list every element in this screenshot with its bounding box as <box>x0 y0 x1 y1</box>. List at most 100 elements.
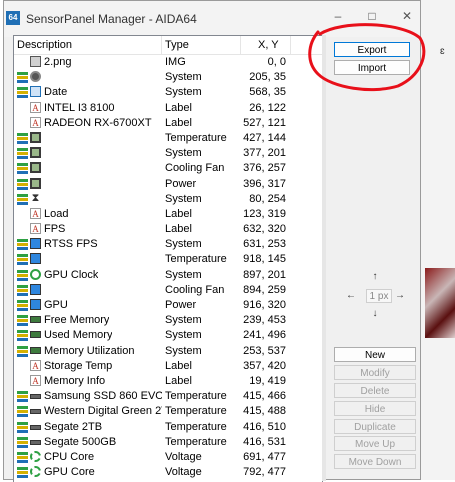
row-type: Label <box>165 101 192 114</box>
row-description: 2.png <box>44 56 72 68</box>
row-type: Label <box>165 207 192 220</box>
row-xy: 632, 320 <box>243 223 286 236</box>
row-type: System <box>165 238 202 251</box>
table-row[interactable]: Date System 568, 35 <box>14 85 322 100</box>
visibility-bars-icon <box>17 284 28 296</box>
nudge-left-button[interactable]: ← <box>344 289 358 303</box>
column-header-xy[interactable]: X, Y <box>258 39 279 51</box>
aida64-app-icon: 64 <box>6 11 20 25</box>
visibility-bars-icon <box>17 163 28 175</box>
table-row[interactable]: GPU Clock System 897, 201 <box>14 268 322 283</box>
row-xy: 241, 496 <box>243 329 286 342</box>
monitor-icon <box>30 283 41 295</box>
table-row[interactable]: A Storage Temp Label 357, 420 <box>14 359 322 374</box>
table-row[interactable]: Cooling Fan 376, 257 <box>14 161 322 176</box>
disk-icon <box>30 424 41 430</box>
table-row[interactable]: ⧗ System 80, 254 <box>14 192 322 207</box>
cpu-icon <box>30 466 41 478</box>
label-icon: A <box>30 359 41 371</box>
row-xy: 894, 259 <box>243 283 286 296</box>
row-xy: 205, 35 <box>249 71 286 84</box>
row-description: CPU Core <box>44 450 95 463</box>
table-row[interactable]: Memory Utilization System 253, 537 <box>14 344 322 359</box>
hide-button[interactable]: Hide <box>334 401 416 416</box>
duplicate-button[interactable]: Duplicate <box>334 419 416 434</box>
row-xy: 123, 319 <box>243 207 286 220</box>
row-xy: 897, 201 <box>243 268 286 281</box>
table-row[interactable]: Western Digital Green 2TBTemperature 415,… <box>14 404 322 419</box>
table-row[interactable]: Used Memory System 241, 496 <box>14 328 322 343</box>
row-description: RADEON RX-6700XT <box>44 116 152 129</box>
table-row[interactable]: A INTEL I3 8100 Label 26, 122 <box>14 101 322 116</box>
table-row[interactable]: A FPS Label 632, 320 <box>14 222 322 237</box>
label-icon: A <box>30 374 41 386</box>
table-row[interactable]: System 205, 35 <box>14 70 322 85</box>
row-xy: 376, 257 <box>243 162 286 175</box>
sensor-box-icon <box>30 147 41 159</box>
row-description: RTSS FPS <box>44 238 98 251</box>
table-row[interactable]: Segate 500GB Temperature 416, 531 <box>14 435 322 450</box>
visibility-bars-icon <box>17 269 28 281</box>
table-row[interactable]: Cooling Fan 894, 259 <box>14 283 322 298</box>
table-row[interactable]: CPU Core Voltage 691, 477 <box>14 450 322 465</box>
nudge-right-button[interactable]: → <box>393 289 407 303</box>
modify-button[interactable]: Modify <box>334 365 416 380</box>
label-icon: A <box>30 116 41 128</box>
table-row[interactable]: RTSS FPS System 631, 253 <box>14 237 322 252</box>
table-row[interactable]: Samsung SSD 860 EVO 25...Temperature 415,… <box>14 389 322 404</box>
table-row[interactable]: Temperature 918, 145 <box>14 252 322 267</box>
row-xy: 792, 477 <box>243 466 286 479</box>
row-description: Segate 500GB <box>44 435 117 448</box>
table-row[interactable]: A RADEON RX-6700XT Label 527, 121 <box>14 116 322 131</box>
table-row[interactable]: GPU Power 916, 320 <box>14 298 322 313</box>
list-splitter[interactable] <box>322 35 326 481</box>
row-type: System <box>165 147 202 160</box>
nudge-up-button[interactable]: ↑ <box>368 270 382 284</box>
row-type: Label <box>165 374 192 387</box>
row-type: Temperature <box>165 420 227 433</box>
row-xy: 415, 466 <box>243 390 286 403</box>
table-row[interactable]: 2.png IMG 0, 0 <box>14 55 322 70</box>
visibility-bars-icon <box>17 467 28 479</box>
row-xy: 0, 0 <box>267 56 286 68</box>
visibility-bars-icon <box>17 193 28 205</box>
row-type: Temperature <box>165 390 227 403</box>
nudge-down-button[interactable]: ↓ <box>368 307 382 321</box>
gauge-icon <box>30 71 41 83</box>
table-row[interactable]: A Memory Info Label 19, 419 <box>14 374 322 389</box>
visibility-bars-icon <box>17 72 28 84</box>
row-description: Load <box>44 207 69 220</box>
row-type: Temperature <box>165 253 227 266</box>
image-icon <box>30 56 41 67</box>
row-xy: 427, 144 <box>243 131 286 144</box>
row-type: Power <box>165 177 197 190</box>
new-button[interactable]: New <box>334 347 416 362</box>
table-row[interactable]: A Load Label 123, 319 <box>14 207 322 222</box>
row-xy: 691, 477 <box>243 450 286 463</box>
table-row[interactable]: Free Memory System 239, 453 <box>14 313 322 328</box>
row-type: Cooling Fan <box>165 283 225 296</box>
visibility-bars-icon <box>17 239 28 251</box>
row-xy: 416, 510 <box>243 420 286 433</box>
move-up-button[interactable]: Move Up <box>334 436 416 451</box>
hourglass-icon: ⧗ <box>30 191 41 204</box>
row-description: Segate 2TB <box>44 420 103 433</box>
move-down-button[interactable]: Move Down <box>334 454 416 469</box>
row-type: Label <box>165 223 192 236</box>
delete-button[interactable]: Delete <box>334 383 416 398</box>
row-type: Label <box>165 116 192 129</box>
column-header-type[interactable]: Type <box>165 39 189 51</box>
visibility-bars-icon <box>17 254 28 266</box>
column-header-description[interactable]: Description <box>17 39 72 51</box>
visibility-bars-icon <box>17 421 28 433</box>
table-row[interactable]: System 377, 201 <box>14 146 322 161</box>
table-row[interactable]: Segate 2TB Temperature 416, 510 <box>14 420 322 435</box>
row-xy: 253, 537 <box>243 344 286 357</box>
row-description: Samsung SSD 860 EVO 25... <box>44 390 162 403</box>
row-type: Cooling Fan <box>165 162 225 175</box>
table-row[interactable]: Power 396, 317 <box>14 177 322 192</box>
row-xy: 916, 320 <box>243 299 286 311</box>
table-row[interactable]: GPU Core Voltage 792, 477 <box>14 465 322 480</box>
sensor-list[interactable]: Description Type X, Y 2.png IMG 0, 0 System… <box>13 35 323 482</box>
table-row[interactable]: Temperature 427, 144 <box>14 131 322 146</box>
